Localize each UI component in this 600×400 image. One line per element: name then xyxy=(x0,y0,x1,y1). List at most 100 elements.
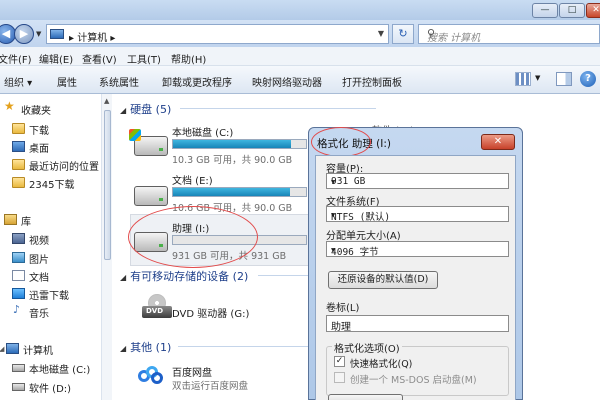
collapse-arrow-icon[interactable]: ◢ xyxy=(0,345,4,353)
forward-button[interactable]: ▶ xyxy=(14,24,34,44)
nav-item-desktop[interactable]: 桌面 xyxy=(29,140,49,155)
drive-c-icon xyxy=(12,364,25,372)
address-dropdown-icon[interactable]: ▼ xyxy=(378,29,384,38)
menu-edit[interactable]: 编辑(E) xyxy=(39,51,73,66)
group-header-hard-disks[interactable]: ◢ 硬盘 (5) xyxy=(120,101,171,117)
expand-arrow-icon[interactable]: ◢ xyxy=(120,344,126,353)
navigation-pane: ★ 收藏夹 下载 桌面 最近访问的位置 2345下载 库 视频 图片 文档 迅雷… xyxy=(0,94,112,400)
nav-item-drive-d[interactable]: 软件 (D:) xyxy=(29,380,71,395)
nav-scrollbar[interactable]: ▲ xyxy=(101,94,112,400)
nav-item-videos[interactable]: 视频 xyxy=(29,232,49,247)
close-icon: ✕ xyxy=(592,5,600,15)
nav-item-music[interactable]: 音乐 xyxy=(29,305,49,320)
drive-usage-fill xyxy=(173,140,291,148)
format-options-label: 格式化选项(O) xyxy=(332,340,402,355)
quick-format-label: 快速格式化(Q) xyxy=(350,359,413,370)
capacity-select[interactable]: 931 GB ▼ xyxy=(326,173,509,189)
group-divider xyxy=(258,275,308,276)
filesystem-select[interactable]: NTFS (默认) ▼ xyxy=(326,206,509,223)
address-row: ◀ ▶ ▼ ▸ 计算机 ▸ ▼ ↻ 搜索 计算机 ⚲ xyxy=(0,20,600,47)
expand-arrow-icon[interactable]: ◢ xyxy=(120,106,126,115)
allocation-size-label: 分配单元大小(A) xyxy=(326,231,401,242)
msdos-startup-checkbox[interactable] xyxy=(334,372,345,383)
scroll-thumb[interactable] xyxy=(104,110,111,260)
drive-usage-bar xyxy=(172,139,307,149)
drive-led xyxy=(159,198,163,201)
allocation-size-select[interactable]: 4096 字节 ▼ xyxy=(326,241,509,258)
drive-led xyxy=(159,148,163,151)
group-title-other: 其他 (1) xyxy=(130,341,172,354)
format-dialog: 格式化 助理 (I:) ✕ 容量(P): 931 GB ▼ 文件系统(F) NTF… xyxy=(308,127,523,400)
red-highlight-circle xyxy=(311,127,371,157)
close-button[interactable]: ✕ xyxy=(586,3,600,18)
dialog-body: 容量(P): 931 GB ▼ 文件系统(F) NTFS (默认) ▼ 分配单元大小… xyxy=(315,155,516,400)
quick-format-checkbox[interactable]: ✓ xyxy=(334,356,345,367)
library-icon xyxy=(4,214,17,225)
restore-defaults-button[interactable]: 还原设备的默认值(D) xyxy=(328,271,438,289)
system-properties-button[interactable]: 系统属性 xyxy=(99,74,139,89)
change-view-icon[interactable] xyxy=(515,72,531,86)
refresh-button[interactable]: ↻ xyxy=(392,24,414,44)
baidu-netdisk-icon xyxy=(138,366,164,386)
nav-item-2345-downloads[interactable]: 2345下载 xyxy=(29,176,74,191)
group-title-hdd: 硬盘 (5) xyxy=(130,103,172,116)
preview-pane-icon[interactable] xyxy=(556,72,572,86)
dropdown-arrow-icon: ▼ xyxy=(331,211,336,219)
group-divider xyxy=(178,346,308,347)
organize-button[interactable]: 组织 ▾ xyxy=(4,74,32,89)
menu-tools[interactable]: 工具(T) xyxy=(127,51,161,66)
menu-bar: 文件(F) 编辑(E) 查看(V) 工具(T) 帮助(H) xyxy=(0,47,600,66)
nav-item-thunder[interactable]: 迅雷下载 xyxy=(29,287,69,302)
minimize-button[interactable]: — xyxy=(532,3,558,18)
view-options-dropdown-icon[interactable]: ▼ xyxy=(535,74,540,82)
documents-library-icon xyxy=(12,270,25,281)
command-bar: 组织 ▾ 属性 系统属性 卸载或更改程序 映射网络驱动器 打开控制面板 ▼ ? xyxy=(0,66,600,94)
close-icon: ✕ xyxy=(493,136,503,147)
dvd-drive-body: DVD xyxy=(142,306,172,318)
windows-logo-icon xyxy=(129,129,141,141)
volume-label-input[interactable]: 助理 xyxy=(326,315,509,333)
drive-name: 文档 (E:) xyxy=(172,176,213,187)
uninstall-programs-button[interactable]: 卸载或更改程序 xyxy=(162,74,232,89)
nav-item-recent[interactable]: 最近访问的位置 xyxy=(29,158,99,173)
app-subtitle: 双击运行百度网盘 xyxy=(172,381,249,392)
computer-icon xyxy=(6,343,19,354)
group-header-removable[interactable]: ◢ 有可移动存储的设备 (2) xyxy=(120,268,248,284)
nav-computer[interactable]: 计算机 xyxy=(23,342,53,357)
recent-pages-dropdown[interactable]: ▼ xyxy=(36,30,41,38)
search-icon[interactable]: ⚲ xyxy=(427,27,593,40)
address-bar[interactable]: ▸ 计算机 ▸ ▼ xyxy=(46,24,389,44)
nav-library[interactable]: 库 xyxy=(21,213,31,228)
nav-favorites[interactable]: 收藏夹 xyxy=(21,102,51,117)
help-icon[interactable]: ? xyxy=(580,71,596,87)
menu-view[interactable]: 查看(V) xyxy=(82,51,117,66)
dropdown-arrow-icon: ▼ xyxy=(331,178,336,186)
start-button-partial[interactable] xyxy=(328,394,403,400)
expand-arrow-icon[interactable]: ◢ xyxy=(120,273,126,282)
properties-button[interactable]: 属性 xyxy=(57,74,77,89)
dvd-badge: DVD xyxy=(146,307,164,315)
drive-name: DVD 驱动器 (G:) xyxy=(172,309,250,320)
dropdown-arrow-icon: ▼ xyxy=(331,246,336,254)
nav-item-pictures[interactable]: 图片 xyxy=(29,251,49,266)
thunder-download-icon xyxy=(12,288,25,299)
group-header-other[interactable]: ◢ 其他 (1) xyxy=(120,339,171,355)
scroll-up-icon[interactable]: ▲ xyxy=(104,97,109,105)
maximize-button[interactable]: □ xyxy=(559,3,585,18)
dialog-close-button[interactable]: ✕ xyxy=(481,134,515,150)
map-network-drive-button[interactable]: 映射网络驱动器 xyxy=(252,74,322,89)
search-input[interactable]: 搜索 计算机 ⚲ xyxy=(418,24,600,44)
nav-item-downloads[interactable]: 下载 xyxy=(29,122,49,137)
menu-file[interactable]: 文件(F) xyxy=(0,51,32,66)
star-icon: ★ xyxy=(4,99,15,113)
menu-help[interactable]: 帮助(H) xyxy=(171,51,206,66)
forward-arrow-icon: ▶ xyxy=(19,27,29,40)
nav-item-documents[interactable]: 文档 xyxy=(29,269,49,284)
hard-disk-icon xyxy=(134,186,168,206)
open-control-panel-button[interactable]: 打开控制面板 xyxy=(342,74,402,89)
breadcrumb[interactable]: ▸ 计算机 ▸ xyxy=(69,29,115,44)
drive-usage-fill xyxy=(173,188,291,196)
music-note-icon: ♪ xyxy=(13,303,21,316)
downloads-folder-icon xyxy=(12,123,25,134)
nav-item-drive-c[interactable]: 本地磁盘 (C:) xyxy=(29,361,90,376)
